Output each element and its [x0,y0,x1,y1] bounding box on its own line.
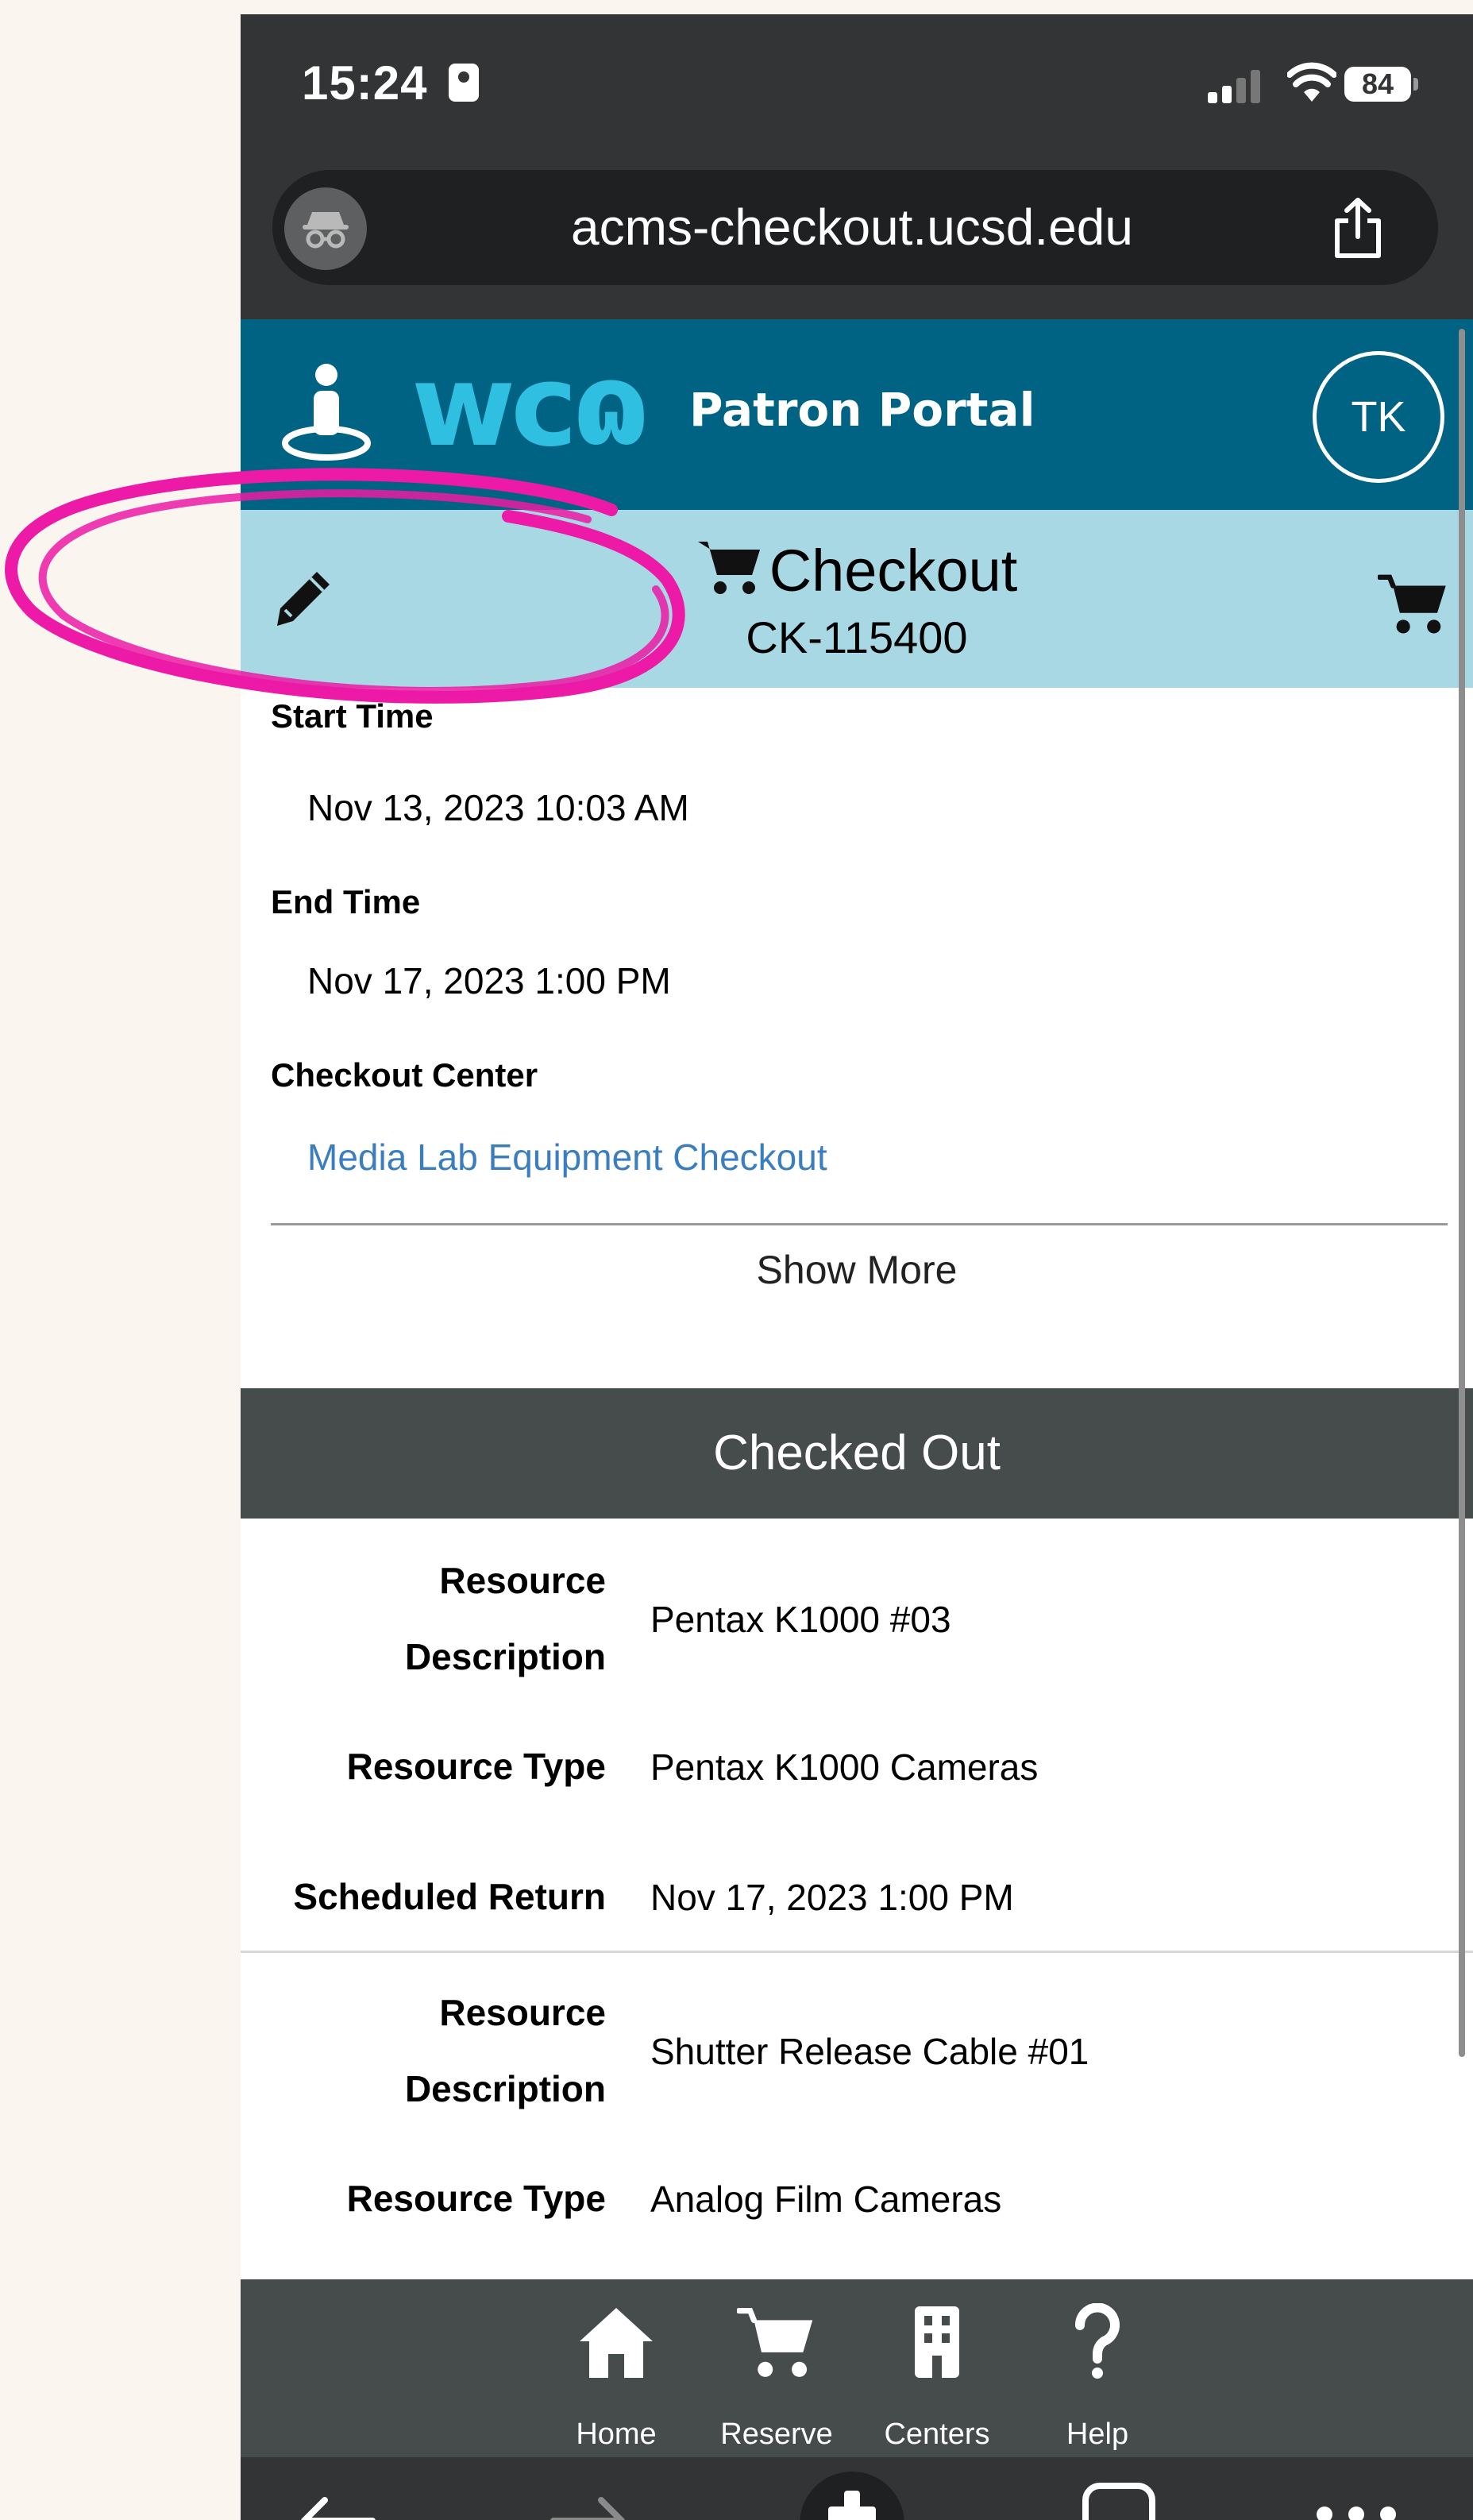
nav-help-label: Help [1066,2418,1129,2451]
browser-top-bar: 15:24 84 acms-checkout.ucsd.edu [241,14,1473,319]
start-time-value: Nov 13, 2023 10:03 AM [307,787,689,828]
checkout-center-link[interactable]: Media Lab Equipment Checkout [307,1136,827,1179]
nav-reserve-label: Reserve [720,2418,833,2451]
phone-screen: 15:24 84 acms-checkout.ucsd.edu wcɷ Patr… [241,14,1473,2520]
scheduled-return-value: Nov 17, 2023 1:00 PM [650,1877,1014,1918]
label-line: Resource [439,1992,606,2033]
battery-tip [1413,78,1418,91]
checkout-title-text: Checkout [769,538,1018,604]
forward-arrow-icon[interactable] [550,2489,630,2520]
resource-description-value: Pentax K1000 #03 [650,1599,951,1640]
contact-card-icon [449,64,479,102]
nav-centers[interactable]: Centers [866,2279,1008,2457]
resource-description-label: Resource Description [405,1542,606,1695]
tabs-icon[interactable] [1079,2481,1159,2520]
incognito-icon[interactable] [284,187,367,270]
label-line: Description [404,1636,606,1677]
browser-bottom-toolbar [241,2457,1473,2520]
resource-description-label: Resource Description [405,1974,606,2127]
resource-description-value: Shutter Release Cable #01 [650,2031,1089,2072]
checked-out-heading: Checked Out [241,1388,1473,1519]
more-options-icon[interactable] [1313,2497,1400,2520]
url-bar[interactable]: acms-checkout.ucsd.edu [272,170,1438,285]
nav-home-label: Home [576,2418,657,2451]
nav-help[interactable]: Help [1026,2279,1169,2457]
status-time: 15:24 [302,56,428,110]
label-line: Resource [439,1560,606,1601]
battery-indicator: 84 [1344,67,1411,102]
wifi-icon [1287,62,1336,102]
share-icon[interactable] [1332,197,1383,259]
building-icon [915,2306,959,2378]
show-more-button[interactable]: Show More [241,1247,1473,1293]
resource-type-value: Pentax K1000 Cameras [650,1746,1039,1788]
nav-home[interactable]: Home [545,2279,688,2457]
cart-icon[interactable] [1378,572,1449,635]
resource-type-label: Resource Type [346,1746,606,1787]
row-divider [241,1951,1473,1953]
divider [271,1223,1448,1225]
incognito-glyph [303,212,349,249]
checkout-center-label: Checkout Center [271,1056,538,1094]
cart-icon [697,542,760,594]
home-icon [580,2308,653,2378]
label-line: Description [404,2068,606,2109]
resource-type-value: Analog Film Cameras [650,2178,1002,2220]
annotation-circle [5,468,685,704]
app-bottom-nav: Home Reserve Centers Help [241,2279,1473,2457]
cart-icon [737,2307,813,2377]
nav-centers-label: Centers [884,2418,990,2451]
end-time-value: Nov 17, 2023 1:00 PM [307,960,671,1001]
question-icon [1074,2303,1120,2379]
new-tab-plus-button[interactable] [800,2472,904,2520]
wco-logo[interactable]: wcɷ [411,350,650,463]
user-avatar[interactable]: TK [1313,351,1444,483]
person-pin-icon [282,364,371,461]
scheduled-return-label: Scheduled Return [293,1876,606,1917]
end-time-label: End Time [271,883,421,920]
nav-reserve[interactable]: Reserve [705,2279,848,2457]
resource-type-label: Resource Type [346,2178,606,2219]
signal-icon [1208,70,1260,103]
portal-title: Patron Portal [689,383,1035,437]
back-arrow-icon[interactable] [296,2489,376,2520]
url-text[interactable]: acms-checkout.ucsd.edu [415,170,1289,285]
scrollbar[interactable] [1459,329,1465,2057]
